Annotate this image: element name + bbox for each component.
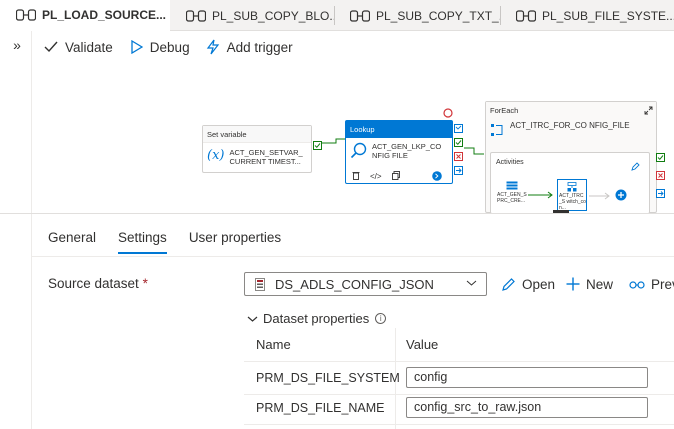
tabs-divider: [32, 256, 674, 257]
foreach-activities-container[interactable]: Activities ACT_GEN_S PRC_CRE... ACT_ITRC…: [490, 152, 650, 213]
debug-label: Debug: [149, 39, 190, 55]
dataset-properties-toggle[interactable]: Dataset properties i: [247, 311, 387, 326]
add-trigger-button[interactable]: Add trigger: [206, 31, 293, 63]
copy-icon[interactable]: [391, 171, 400, 182]
lightning-icon: [206, 39, 219, 55]
param-value-file-name-input[interactable]: config_src_to_raw.json: [406, 397, 648, 418]
validate-button[interactable]: Validate: [44, 31, 113, 63]
table-divider: [244, 361, 674, 362]
pipeline-tab-bar: PL_LOAD_SOURCE... × PL_SUB_COPY_BLO... P…: [0, 0, 674, 31]
delete-icon[interactable]: [352, 171, 360, 182]
foreach-activity[interactable]: ForEach ACT_ITRC_FOR_CO NFIG_FILE Activi…: [485, 101, 657, 213]
stored-procedure-icon: [506, 181, 518, 190]
tab-user-properties[interactable]: User properties: [189, 224, 281, 254]
tab-label: PL_LOAD_SOURCE...: [42, 7, 167, 22]
plus-icon: [566, 277, 580, 291]
activity-name: ACT_GEN_SETVAR_ CURRENT TIMEST...: [229, 148, 303, 166]
foreach-output-ports[interactable]: [656, 153, 665, 201]
preview-data-button[interactable]: Prev: [629, 272, 674, 296]
pencil-icon: [502, 277, 515, 291]
expand-sidebar-button[interactable]: »: [8, 36, 26, 56]
pipeline-canvas[interactable]: Set variable (x) ACT_GEN_SETVAR_ CURRENT…: [32, 63, 674, 213]
new-dataset-button[interactable]: New: [566, 272, 613, 296]
open-label: Open: [522, 276, 556, 292]
pipeline-icon: [16, 8, 36, 21]
search-icon: [350, 142, 367, 159]
new-label: New: [586, 276, 614, 292]
inner-activity-name: ACT_ITRC_S witch_con...: [559, 193, 586, 211]
tab-label: PL_SUB_COPY_TXT_...: [376, 8, 500, 23]
activity-type-label: ForEach: [486, 102, 656, 119]
preview-label: Prev: [651, 276, 674, 292]
error-indicator-icon: [443, 108, 453, 118]
tab-label: PL_SUB_COPY_BLO...: [212, 8, 334, 23]
variable-icon: (x): [207, 148, 225, 163]
param-name-file-system: PRM_DS_FILE_SYSTEM: [256, 371, 400, 385]
pending-arrow: [589, 192, 610, 200]
activity-type-label: Lookup: [346, 121, 452, 138]
add-trigger-label: Add trigger: [226, 39, 293, 55]
success-arrow: [528, 191, 553, 199]
source-dataset-dropdown[interactable]: DS_ADLS_CONFIG_JSON: [244, 272, 487, 296]
dataset-properties-label: Dataset properties: [263, 311, 370, 326]
column-header-name: Name: [256, 337, 291, 352]
checkmark-icon: [44, 41, 58, 53]
tab-label: PL_SUB_FILE_SYSTE...: [542, 8, 674, 23]
table-divider: [244, 424, 674, 425]
pipeline-toolbar: Validate Debug Add trigger: [32, 31, 674, 63]
column-header-value: Value: [406, 337, 439, 352]
param-value-file-system-input[interactable]: config: [406, 367, 648, 388]
pipeline-icon: [516, 9, 536, 22]
chevron-down-icon: [466, 280, 477, 286]
tab-pl-sub-copy-txt[interactable]: PL_SUB_COPY_TXT_...: [334, 0, 500, 31]
chevron-down-icon: [247, 316, 258, 322]
tab-pl-sub-copy-blob[interactable]: PL_SUB_COPY_BLO...: [170, 0, 334, 31]
glasses-icon: [629, 281, 645, 289]
tab-pl-load-source[interactable]: PL_LOAD_SOURCE... ×: [0, 0, 170, 31]
validate-label: Validate: [65, 39, 113, 55]
tab-pl-sub-file-system[interactable]: PL_SUB_FILE_SYSTE...: [500, 0, 674, 31]
info-icon[interactable]: i: [375, 313, 387, 324]
open-dataset-button[interactable]: Open: [501, 272, 555, 296]
activity-type-label: Set variable: [203, 126, 311, 143]
param-name-file-name: PRM_DS_FILE_NAME: [256, 401, 385, 415]
properties-tabs: General Settings User properties: [48, 224, 303, 254]
dataset-selected-value: DS_ADLS_CONFIG_JSON: [275, 276, 434, 292]
canvas-divider: [0, 213, 674, 214]
edit-pencil-icon[interactable]: [631, 162, 640, 171]
dataset-icon: [255, 277, 265, 291]
lookup-activity[interactable]: Lookup ACT_GEN_LKP_CO NFIG FILE </>: [345, 120, 453, 184]
inner-activity-stored-proc[interactable]: ACT_GEN_S PRC_CRE...: [497, 181, 527, 211]
success-output-icon[interactable]: [313, 141, 322, 150]
expand-collapse-icon[interactable]: [644, 106, 653, 115]
pipeline-icon: [186, 9, 206, 22]
lookup-output-ports[interactable]: [454, 124, 463, 180]
tab-general[interactable]: General: [48, 224, 96, 254]
required-marker: *: [142, 276, 148, 291]
play-icon: [131, 40, 143, 54]
pipeline-icon: [350, 9, 370, 22]
switch-icon: [567, 182, 577, 192]
inner-activity-name: ACT_GEN_S PRC_CRE...: [497, 192, 527, 204]
foreach-icon: [491, 124, 503, 136]
add-activity-icon[interactable]: [615, 189, 627, 201]
activities-label: Activities: [496, 159, 524, 166]
debug-button[interactable]: Debug: [131, 31, 190, 63]
inner-activity-switch[interactable]: ACT_ITRC_S witch_con...: [557, 179, 587, 211]
source-dataset-label: Source dataset *: [48, 276, 148, 291]
set-variable-activity[interactable]: Set variable (x) ACT_GEN_SETVAR_ CURRENT…: [202, 125, 312, 173]
activity-name: ACT_ITRC_FOR_CO NFIG_FILE: [510, 121, 630, 130]
table-divider: [244, 394, 674, 395]
tab-settings[interactable]: Settings: [118, 224, 167, 254]
code-icon[interactable]: </>: [370, 172, 382, 181]
source-dataset-text: Source dataset: [48, 276, 139, 291]
activity-name: ACT_GEN_LKP_CO NFIG FILE: [372, 142, 442, 160]
arrow-circle-icon[interactable]: [432, 171, 442, 181]
